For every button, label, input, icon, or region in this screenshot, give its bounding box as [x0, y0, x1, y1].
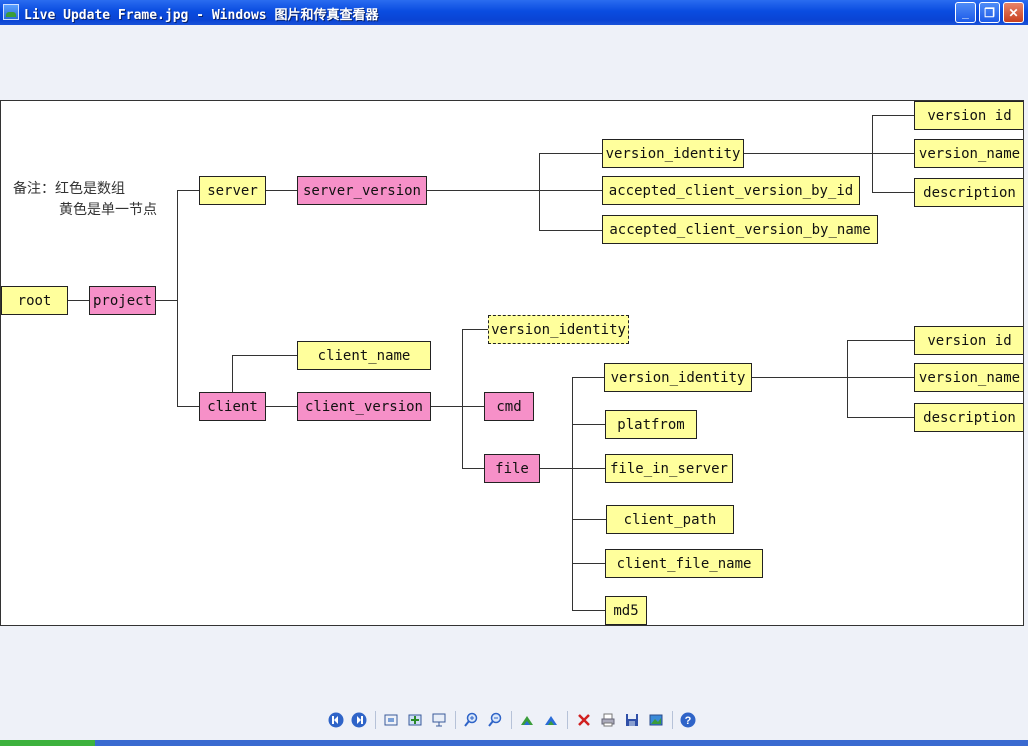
connector — [744, 153, 872, 154]
close-button[interactable]: ✕ — [1003, 2, 1024, 23]
connector — [872, 153, 914, 154]
node-md5: md5 — [605, 596, 647, 625]
connector — [68, 300, 89, 301]
connector — [156, 300, 177, 301]
node-platfrom: platfrom — [605, 410, 697, 439]
connector — [572, 519, 606, 520]
minimize-button[interactable]: _ — [955, 2, 976, 23]
node-project: project — [89, 286, 156, 315]
next-image-icon[interactable] — [350, 711, 368, 729]
image-frame: 备注：红色是数组 黄色是单一节点 root project server ser… — [0, 100, 1024, 626]
taskbar-strip — [0, 740, 1028, 746]
toolbar-separator — [567, 711, 568, 729]
node-file-description: description — [914, 403, 1023, 432]
start-strip — [0, 740, 95, 746]
connector — [572, 563, 605, 564]
connector — [177, 406, 199, 407]
node-client-path: client_path — [606, 505, 734, 534]
connector — [572, 610, 605, 611]
connector — [177, 190, 178, 406]
node-file-version-id: version id — [914, 326, 1023, 355]
rotate-clockwise-icon[interactable] — [518, 711, 536, 729]
connector — [462, 329, 488, 330]
title-bar[interactable]: Live Update Frame.jpg - Windows 图片和传真查看器… — [0, 0, 1028, 25]
rotate-counterclockwise-icon[interactable] — [542, 711, 560, 729]
node-cmd: cmd — [484, 392, 534, 421]
toolbar-separator — [511, 711, 512, 729]
connector — [539, 190, 602, 191]
actual-size-icon[interactable] — [406, 711, 424, 729]
svg-text:?: ? — [685, 715, 692, 727]
zoom-out-icon[interactable] — [486, 711, 504, 729]
node-server-description: description — [914, 178, 1023, 207]
maximize-button[interactable]: ❐ — [979, 2, 1000, 23]
node-accepted-client-version-by-name: accepted_client_version_by_name — [602, 215, 878, 244]
save-icon[interactable] — [623, 711, 641, 729]
node-server-version-name: version_name — [914, 139, 1023, 168]
connector — [427, 190, 539, 191]
connector — [539, 153, 602, 154]
edit-icon[interactable] — [647, 711, 665, 729]
node-file: file — [484, 454, 540, 483]
connector — [872, 192, 914, 193]
zoom-in-icon[interactable] — [462, 711, 480, 729]
connector — [572, 377, 573, 611]
node-file-version-identity: version_identity — [604, 363, 752, 392]
node-root: root — [1, 286, 68, 315]
node-client: client — [199, 392, 266, 421]
connector — [847, 340, 848, 417]
toolbar-separator — [375, 711, 376, 729]
node-file-in-server: file_in_server — [605, 454, 733, 483]
node-file-version-name: version_name — [914, 363, 1023, 392]
connector — [177, 190, 199, 191]
connector — [872, 115, 914, 116]
connector — [266, 190, 297, 191]
connector — [462, 468, 484, 469]
connector — [539, 153, 540, 230]
print-icon[interactable] — [599, 711, 617, 729]
connector — [232, 355, 233, 392]
connector — [431, 406, 484, 407]
slideshow-icon[interactable] — [430, 711, 448, 729]
node-server-version-identity: version_identity — [602, 139, 744, 168]
node-server: server — [199, 176, 266, 205]
app-icon — [3, 4, 19, 20]
connector — [572, 424, 605, 425]
node-client-name: client_name — [297, 341, 431, 370]
window-title: Live Update Frame.jpg - Windows 图片和传真查看器 — [24, 8, 379, 23]
best-fit-icon[interactable] — [382, 711, 400, 729]
node-server-version-id: version id — [914, 101, 1023, 130]
connector — [847, 417, 914, 418]
connector — [572, 377, 604, 378]
legend-note-line-1: 备注：红色是数组 — [13, 181, 125, 197]
toolbar-separator — [672, 711, 673, 729]
node-server-version: server_version — [297, 176, 427, 205]
node-client-version-identity: version_identity — [488, 315, 629, 344]
connector — [847, 340, 914, 341]
viewer-toolbar: ? — [320, 708, 710, 732]
connector — [752, 377, 847, 378]
help-icon[interactable]: ? — [679, 711, 697, 729]
connector — [539, 230, 602, 231]
connector — [572, 468, 605, 469]
connector — [232, 355, 297, 356]
connector — [266, 406, 297, 407]
previous-image-icon[interactable] — [327, 711, 345, 729]
delete-icon[interactable] — [575, 711, 593, 729]
legend-note-line-2: 黄色是单一节点 — [59, 202, 157, 218]
node-client-file-name: client_file_name — [605, 549, 763, 578]
connector — [540, 468, 572, 469]
connector — [462, 329, 463, 469]
node-client-version: client_version — [297, 392, 431, 421]
node-accepted-client-version-by-id: accepted_client_version_by_id — [602, 176, 860, 205]
connector — [847, 377, 914, 378]
toolbar-separator — [455, 711, 456, 729]
